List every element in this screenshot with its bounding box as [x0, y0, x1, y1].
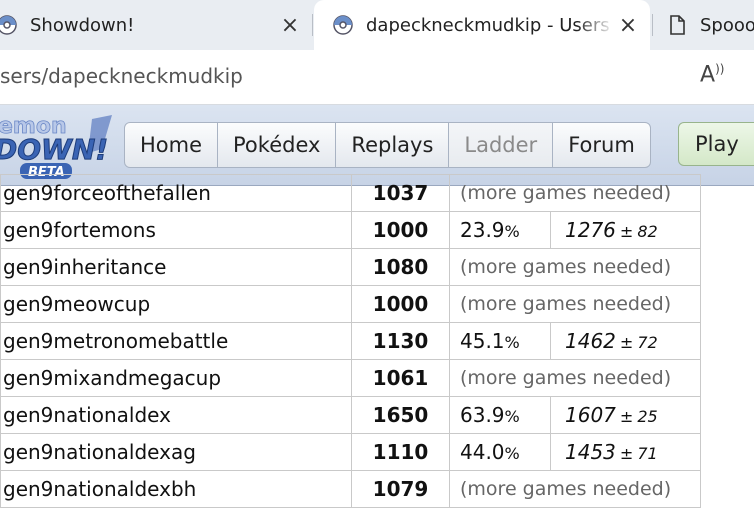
elo-value: 1650 [351, 396, 450, 434]
close-icon[interactable]: × [614, 11, 642, 39]
gxe-cell: 23.9% [449, 211, 551, 249]
elo-value: 1079 [351, 470, 450, 508]
table-row: gen9forceofthefallen 1037 (more games need… [0, 174, 701, 212]
elo-value: 1000 [351, 285, 450, 323]
nav-forum[interactable]: Forum [553, 123, 650, 167]
browser-tab-strip: Showdown! × dapeckneckmudkip - Users - P… [0, 0, 754, 50]
percent-sign: % [504, 333, 520, 352]
pokeball-icon [0, 15, 17, 35]
format-name[interactable]: gen9meowcup [0, 285, 352, 323]
format-name[interactable]: gen9nationaldexbh [0, 470, 352, 508]
read-aloud-icon[interactable]: A)) [700, 62, 724, 87]
gxe-cell: 45.1% [449, 322, 551, 360]
plus-minus-sign: ± [619, 222, 634, 241]
tab-spooo[interactable]: Spooo [660, 0, 754, 50]
format-name[interactable]: gen9nationaldexag [0, 433, 352, 471]
main-nav: Home Pokédex Replays Ladder Forum [124, 122, 651, 168]
more-games-needed: (more games needed) [449, 248, 701, 286]
glicko-value: 1276 [565, 218, 616, 242]
plus-minus-sign: ± [619, 333, 634, 352]
glicko-cell: 1453 ±71 [550, 433, 701, 471]
tab-user-profile[interactable]: dapeckneckmudkip - Users - P × [314, 0, 650, 50]
percent-sign: % [504, 444, 520, 463]
glicko-deviation: 25 [637, 407, 658, 426]
tab-separator [652, 14, 653, 36]
nav-pokedex[interactable]: Pokédex [218, 123, 337, 167]
table-row: gen9metronomebattle 1130 45.1% 1462 ±72 [0, 322, 701, 360]
url-field[interactable]: sers/dapeckneckmudkip [0, 64, 243, 88]
play-button[interactable]: Play [678, 122, 754, 166]
table-row: gen9nationaldexbh 1079 (more games needed) [0, 470, 701, 508]
format-name[interactable]: gen9inheritance [0, 248, 352, 286]
elo-value: 1000 [351, 211, 450, 249]
elo-value: 1061 [351, 359, 450, 397]
logo-text-main: DOWN! [0, 133, 108, 166]
glicko-cell: 1607 ±25 [550, 396, 701, 434]
gxe-value: 63.9 [460, 403, 505, 427]
more-games-needed: (more games needed) [449, 174, 701, 212]
tab-title: Spooo [700, 14, 754, 36]
elo-value: 1080 [351, 248, 450, 286]
elo-value: 1037 [351, 174, 450, 212]
table-row: gen9mixandmegacup 1061 (more games needed) [0, 359, 701, 397]
percent-sign: % [504, 407, 520, 426]
glicko-value: 1462 [565, 329, 616, 353]
tab-title: Showdown! [30, 14, 135, 36]
table-row: gen9nationaldexag 1110 44.0% 1453 ±71 [0, 433, 701, 471]
more-games-needed: (more games needed) [449, 470, 701, 508]
plus-minus-sign: ± [619, 407, 634, 426]
percent-sign: % [504, 222, 520, 241]
document-icon [670, 15, 685, 35]
format-name[interactable]: gen9forceofthefallen [0, 174, 352, 212]
ratings-table: gen9forceofthefallen 1037 (more games need… [0, 174, 701, 508]
close-icon[interactable]: × [276, 11, 304, 39]
gxe-cell: 63.9% [449, 396, 551, 434]
format-name[interactable]: gen9fortemons [0, 211, 352, 249]
elo-value: 1110 [351, 433, 450, 471]
gxe-value: 23.9 [460, 218, 505, 242]
gxe-value: 45.1 [460, 329, 505, 353]
nav-replays[interactable]: Replays [336, 123, 450, 167]
nav-home[interactable]: Home [125, 123, 219, 167]
pokemon-showdown-logo[interactable]: emon DOWN! BETA [0, 109, 116, 181]
tab-showdown[interactable]: Showdown! × [0, 0, 312, 50]
address-bar: sers/dapeckneckmudkip A)) [0, 50, 754, 105]
format-name[interactable]: gen9mixandmegacup [0, 359, 352, 397]
tab-separator [312, 14, 313, 36]
glicko-deviation: 72 [637, 333, 658, 352]
table-row: gen9nationaldex 1650 63.9% 1607 ±25 [0, 396, 701, 434]
format-name[interactable]: gen9nationaldex [0, 396, 352, 434]
gxe-value: 44.0 [460, 440, 505, 464]
elo-value: 1130 [351, 322, 450, 360]
table-row: gen9inheritance 1080 (more games needed) [0, 248, 701, 286]
plus-minus-sign: ± [619, 444, 634, 463]
glicko-cell: 1276 ±82 [550, 211, 701, 249]
glicko-deviation: 71 [637, 444, 658, 463]
pokeball-icon [333, 15, 353, 35]
tab-title: dapeckneckmudkip - Users - P [366, 14, 614, 36]
glicko-cell: 1462 ±72 [550, 322, 701, 360]
more-games-needed: (more games needed) [449, 359, 701, 397]
glicko-deviation: 82 [637, 222, 658, 241]
gxe-cell: 44.0% [449, 433, 551, 471]
nav-ladder[interactable]: Ladder [449, 123, 554, 167]
ratings-body: gen9forceofthefallen 1037 (more games need… [0, 174, 701, 508]
table-row: gen9meowcup 1000 (more games needed) [0, 285, 701, 323]
table-row: gen9fortemons 1000 23.9% 1276 ±82 [0, 211, 701, 249]
glicko-value: 1607 [565, 403, 616, 427]
more-games-needed: (more games needed) [449, 285, 701, 323]
glicko-value: 1453 [565, 440, 616, 464]
format-name[interactable]: gen9metronomebattle [0, 322, 352, 360]
